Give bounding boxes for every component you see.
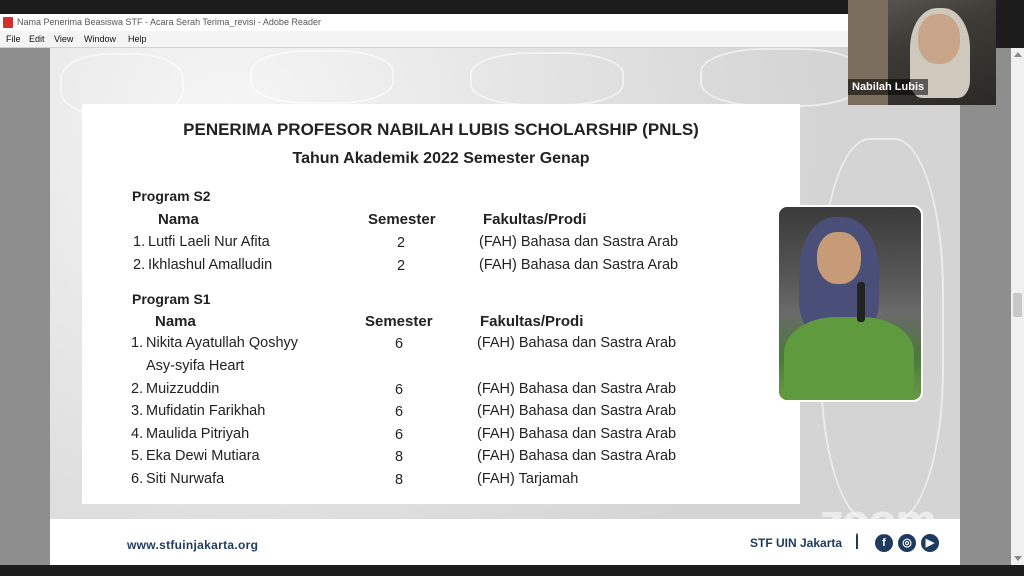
scroll-thumb[interactable] — [1013, 293, 1022, 317]
student-semester: 6 — [395, 404, 404, 420]
webcam-face — [918, 14, 960, 64]
row-number: 6. — [131, 471, 144, 487]
row-number: 1. — [131, 335, 144, 351]
microphone-icon — [857, 282, 865, 322]
pdf-icon — [3, 17, 13, 28]
student-prodi: (FAH) Bahasa dan Sastra Arab — [479, 257, 679, 273]
menu-view[interactable]: View — [54, 31, 73, 47]
speaker-photo — [777, 205, 923, 402]
menu-help[interactable]: Help — [128, 31, 147, 47]
webcam-video[interactable]: Nabilah Lubis — [848, 0, 996, 105]
student-name: Nikita Ayatullah Qoshyy — [146, 335, 299, 351]
row-number: 3. — [131, 403, 144, 419]
vertical-scrollbar[interactable] — [1011, 48, 1024, 565]
window-title-bar: Nama Penerima Beasiswa STF - Acara Serah… — [0, 14, 848, 31]
student-prodi: (FAH) Bahasa dan Sastra Arab — [479, 234, 679, 250]
student-semester: 6 — [395, 336, 404, 352]
participant-name: Nabilah Lubis — [848, 79, 929, 95]
student-prodi: (FAH) Bahasa dan Sastra Arab — [477, 448, 677, 464]
student-name: Ikhlashul Amalludin — [148, 257, 273, 273]
menu-edit[interactable]: Edit — [29, 31, 45, 47]
website-url: www.stfuinjakarta.org — [127, 538, 259, 552]
student-name: Lutfi Laeli Nur Afita — [148, 234, 270, 250]
student-prodi: (FAH) Bahasa dan Sastra Arab — [477, 403, 677, 419]
column-header-semester: Semester — [368, 211, 436, 228]
menu-window[interactable]: Window — [84, 31, 116, 47]
photo-body — [784, 317, 914, 400]
student-semester: 8 — [395, 472, 404, 488]
student-prodi: (FAH) Bahasa dan Sastra Arab — [477, 426, 677, 442]
slide-subtitle: Tahun Akademik 2022 Semester Genap — [292, 150, 590, 167]
column-header-nama: Nama — [155, 313, 196, 330]
student-semester: 6 — [395, 427, 404, 443]
column-header-prodi: Fakultas/Prodi — [480, 313, 584, 330]
student-name-line2: Asy-syifa Heart — [146, 358, 245, 374]
content-panel: PENERIMA PROFESOR NABILAH LUBIS SCHOLARS… — [82, 104, 800, 504]
row-number: 4. — [131, 426, 144, 442]
student-semester: 2 — [397, 258, 406, 274]
student-semester: 2 — [397, 235, 406, 251]
student-prodi: (FAH) Tarjamah — [477, 471, 579, 487]
window-title: Nama Penerima Beasiswa STF - Acara Serah… — [17, 17, 321, 27]
student-semester: 6 — [395, 382, 404, 398]
zoom-watermark: zoom — [820, 498, 937, 544]
row-number: 2. — [133, 257, 146, 273]
ornament — [470, 52, 624, 106]
program-s1-heading: Program S1 — [132, 291, 211, 307]
menu-bar: File Edit View Window Help — [0, 31, 848, 48]
student-prodi: (FAH) Bahasa dan Sastra Arab — [477, 381, 677, 397]
row-number: 1. — [133, 234, 146, 250]
student-name: Siti Nurwafa — [146, 471, 225, 487]
photo-face — [817, 232, 861, 284]
student-prodi: (FAH) Bahasa dan Sastra Arab — [477, 335, 677, 351]
scroll-up-icon[interactable] — [1014, 52, 1022, 57]
slide-title: PENERIMA PROFESOR NABILAH LUBIS SCHOLARS… — [183, 120, 699, 139]
row-number: 2. — [131, 381, 144, 397]
program-s2-heading: Program S2 — [132, 188, 211, 204]
column-header-prodi: Fakultas/Prodi — [483, 211, 587, 228]
ornament — [700, 48, 864, 107]
student-name: Maulida Pitriyah — [146, 426, 250, 442]
row-number: 5. — [131, 448, 144, 464]
column-header-semester: Semester — [365, 313, 433, 330]
menu-file[interactable]: File — [6, 31, 21, 47]
ornament — [250, 50, 394, 104]
pdf-slide: PENERIMA PROFESOR NABILAH LUBIS SCHOLARS… — [50, 48, 960, 565]
student-name: Muizzuddin — [146, 381, 220, 397]
column-header-nama: Nama — [158, 211, 199, 228]
student-semester: 8 — [395, 449, 404, 465]
student-name: Mufidatin Farikhah — [146, 403, 266, 419]
student-name: Eka Dewi Mutiara — [146, 448, 260, 464]
scroll-down-icon[interactable] — [1014, 556, 1022, 561]
